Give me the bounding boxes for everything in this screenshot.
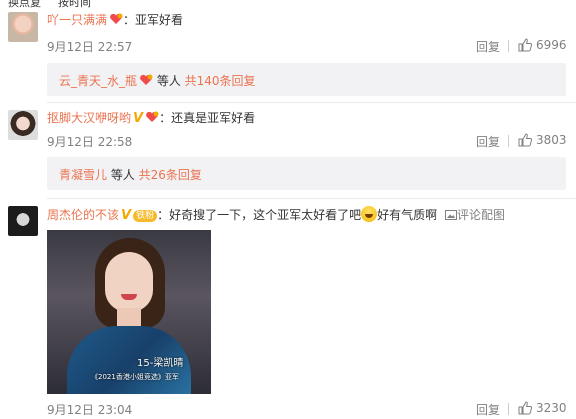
comment-time: 9月12日 23:04	[47, 403, 133, 417]
photo-caption: 15-梁凯晴	[137, 358, 184, 369]
comment-photo[interactable]: 15-梁凯晴 《2021香港小姐竞选》亚军	[47, 230, 211, 394]
like-count: 3803	[536, 133, 567, 147]
fan-heart-icon	[146, 111, 159, 122]
more-replies-link[interactable]: 共140条回复	[185, 74, 256, 88]
reply-button[interactable]: 回复	[476, 401, 500, 418]
photo-face	[105, 252, 153, 312]
verified-v-icon: V	[133, 111, 144, 126]
divider	[508, 135, 509, 147]
comment-text: ：亚军好看	[123, 13, 184, 27]
top-strip: 换点复 按时间	[0, 0, 576, 8]
reply-button[interactable]: 回复	[476, 38, 500, 55]
fan-badge: 铁粉	[133, 210, 158, 222]
comment-text: ：还真是亚军好看	[159, 111, 256, 125]
sub-replies-box[interactable]: 云_青天_水_瓶 等人 共140条回复	[47, 63, 566, 96]
like-count: 6996	[536, 38, 567, 52]
avatar[interactable]	[8, 110, 38, 140]
like-count: 3230	[536, 401, 567, 415]
pic-comment-link[interactable]: 评论配图	[444, 208, 505, 222]
sub-reply-suffix: 等人	[107, 168, 139, 182]
fan-heart-icon	[140, 74, 153, 85]
username[interactable]: 吖一只满满	[47, 13, 107, 27]
comment-body: 周杰伦的不该 V 铁粉 ：好奇搜了一下，这个亚军太好看了吧 好有气质啊 评论配图	[47, 206, 505, 224]
divider	[508, 403, 509, 415]
thumbs-up-icon	[518, 401, 532, 415]
sub-reply-username[interactable]: 云_青天_水_瓶	[59, 74, 137, 88]
comment-text-tail: 好有气质啊	[377, 208, 438, 222]
photo-subcaption: 《2021香港小姐竞选》亚军	[91, 373, 179, 381]
fan-heart-icon	[110, 13, 123, 24]
username[interactable]: 抠脚大汉咿呀哟	[47, 111, 131, 125]
reply-button[interactable]: 回复	[476, 133, 500, 150]
thumbs-up-icon	[518, 133, 532, 147]
pic-comment-label: 评论配图	[456, 208, 505, 222]
sort-hot-tab[interactable]: 换点复	[8, 0, 41, 8]
divider	[508, 40, 509, 52]
comment-time: 9月12日 22:58	[47, 135, 133, 149]
image-icon	[444, 210, 457, 220]
laughing-emoji-icon	[361, 206, 378, 222]
like-button[interactable]: 3803	[518, 133, 567, 147]
comment-divider	[47, 102, 576, 103]
sub-replies-box[interactable]: 青凝雪儿 等人 共26条回复	[47, 157, 566, 190]
avatar[interactable]	[8, 206, 38, 236]
comment-time: 9月12日 22:57	[47, 40, 133, 54]
like-button[interactable]: 6996	[518, 38, 567, 52]
more-replies-link[interactable]: 共26条回复	[139, 168, 202, 182]
comment-divider	[47, 198, 576, 199]
username[interactable]: 周杰伦的不该	[47, 208, 119, 222]
comment-body: 吖一只满满 ：亚军好看	[47, 12, 183, 28]
avatar[interactable]	[8, 12, 38, 42]
sort-time-tab[interactable]: 按时间	[58, 0, 91, 8]
thumbs-up-icon	[518, 38, 532, 52]
verified-v-icon: V	[121, 208, 132, 223]
comment-body: 抠脚大汉咿呀哟 V ：还真是亚军好看	[47, 110, 255, 127]
like-button[interactable]: 3230	[518, 401, 567, 415]
comment-text: ：好奇搜了一下，这个亚军太好看了吧	[157, 208, 362, 222]
sub-reply-suffix: 等人	[153, 74, 185, 88]
sub-reply-username[interactable]: 青凝雪儿	[59, 168, 107, 182]
